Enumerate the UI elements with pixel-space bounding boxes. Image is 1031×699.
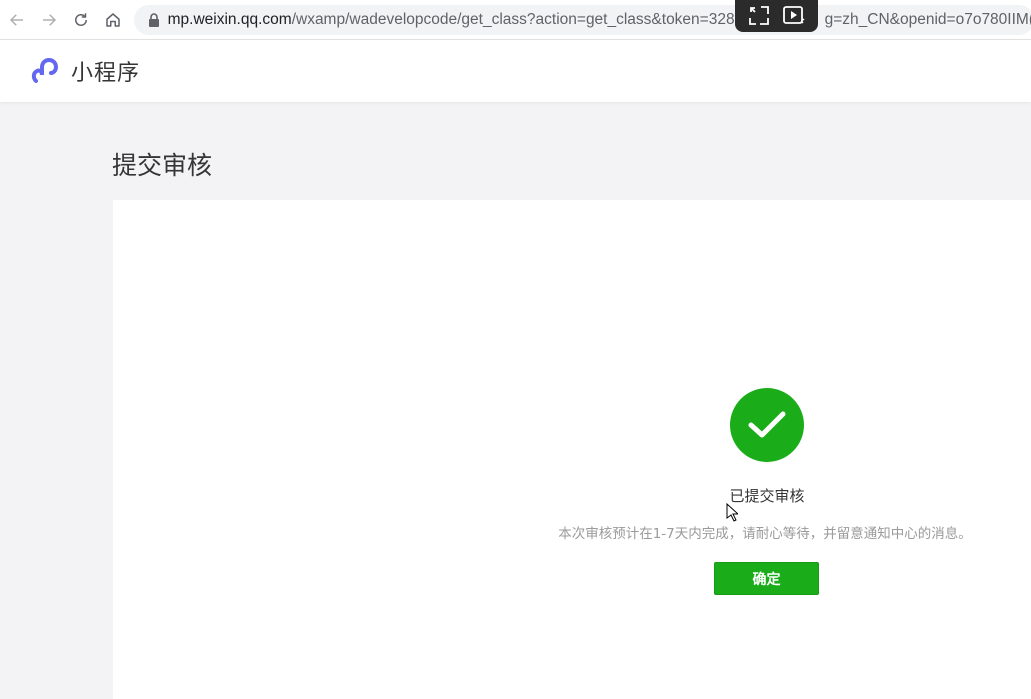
arrow-right-icon [43, 13, 57, 26]
page-title: 提交审核 [112, 151, 213, 180]
check-circle-icon [730, 388, 804, 462]
reload-button[interactable] [66, 5, 96, 35]
miniprogram-logo-icon[interactable] [30, 55, 62, 87]
home-icon [106, 12, 120, 27]
home-button[interactable] [98, 5, 128, 35]
reload-icon [75, 12, 87, 26]
media-overlay-controls [735, 0, 818, 32]
forward-button[interactable] [34, 5, 64, 35]
back-button[interactable] [2, 5, 32, 35]
result-card [113, 200, 1031, 699]
url-text: mp.weixin.qq.com/wxamp/wadevelopcode/get… [168, 11, 1031, 29]
address-bar[interactable]: mp.weixin.qq.com/wxamp/wadevelopcode/get… [134, 5, 1031, 35]
app-name: 小程序 [71, 61, 141, 86]
lock-icon [140, 12, 168, 28]
result-description: 本次审核预计在1-7天内完成，请耐心等待，并留意通知中心的消息。 [558, 526, 972, 542]
video-play-icon[interactable] [782, 4, 806, 28]
confirm-button[interactable]: 确定 [714, 562, 819, 595]
url-path-tail: g=zh_CN&openid=o7o780IIM( [824, 11, 1031, 28]
arrow-left-icon [9, 13, 23, 26]
url-host: mp.weixin.qq.com [167, 11, 292, 28]
result-title: 已提交审核 [729, 487, 805, 505]
picture-in-picture-icon[interactable] [747, 4, 771, 28]
browser-toolbar: mp.weixin.qq.com/wxamp/wadevelopcode/get… [0, 0, 1031, 40]
url-path: /wxamp/wadevelopcode/get_class?action=ge… [291, 11, 735, 28]
mouse-cursor-icon [726, 503, 738, 522]
app-header: 小程序 [0, 40, 1031, 102]
